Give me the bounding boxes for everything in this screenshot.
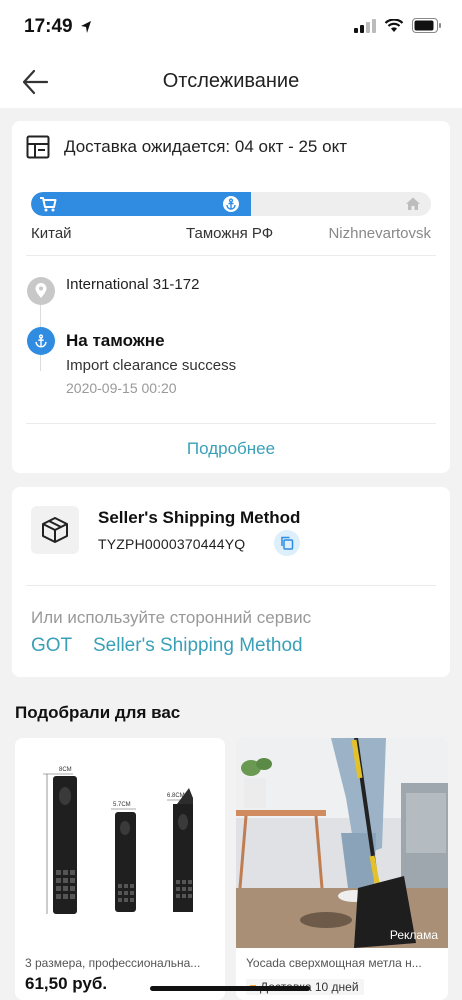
- calendar-box-icon: [26, 135, 50, 159]
- tracking-number: TYZPH0000370444YQ: [98, 536, 246, 552]
- shipping-progress-bar: [31, 192, 431, 216]
- stage-origin: Китай: [31, 225, 72, 242]
- anchor-icon: [35, 334, 47, 348]
- timeline-detail: Import clearance success: [66, 357, 237, 374]
- divider: [26, 255, 436, 256]
- progress-stages: Китай Таможня РФ Nizhnevartovsk: [31, 225, 431, 245]
- cart-icon: [40, 197, 57, 212]
- progress-fill: [31, 192, 251, 216]
- divider: [26, 585, 436, 586]
- product-image-broom: [236, 738, 448, 948]
- third-party-prompt: Или используйте сторонний сервис: [31, 608, 312, 627]
- third-party-link-got[interactable]: GOT: [31, 635, 72, 657]
- timeline-location: International 31-172: [66, 276, 200, 293]
- timeline-location-dot: [27, 277, 55, 305]
- home-icon: [406, 197, 420, 210]
- status-bar: 17:49: [0, 0, 462, 56]
- size-label-small: 5.7CM: [113, 802, 131, 808]
- package-icon-box: [31, 506, 79, 554]
- more-details-link[interactable]: Подробнее: [12, 439, 450, 459]
- page-title: Отслеживание: [162, 70, 300, 92]
- copy-icon: [281, 536, 294, 550]
- product-card-broom[interactable]: Реклама Yocada сверхмощная метла н... До…: [236, 738, 448, 1000]
- product-name: 3 размера, профессиональна...: [25, 956, 201, 970]
- nav-bar: Отслеживание: [0, 56, 462, 108]
- tracking-card: Доставка ожидается: 04 окт - 25 окт Кита…: [12, 121, 450, 473]
- timeline-timestamp: 2020-09-15 00:20: [66, 380, 177, 396]
- wifi-icon: [384, 18, 404, 32]
- location-pin-icon: [35, 283, 47, 298]
- product-name: Yocada сверхмощная метла н...: [246, 956, 422, 970]
- package-icon: [42, 517, 68, 543]
- recommendations-title: Подобрали для вас: [15, 703, 181, 722]
- cellular-signal-icon: [354, 18, 376, 33]
- stage-customs: Таможня РФ: [186, 225, 274, 242]
- shipping-method-card: Seller's Shipping Method TYZPH0000370444…: [12, 487, 450, 677]
- delivery-estimate: Доставка ожидается: 04 окт - 25 окт: [26, 135, 347, 159]
- third-party-link-seller-shipping[interactable]: Seller's Shipping Method: [93, 635, 303, 657]
- delivery-estimate-text: Доставка ожидается: 04 окт - 25 окт: [64, 137, 347, 156]
- product-price: 61,50 руб.: [25, 974, 108, 993]
- timeline-status-dot: [27, 327, 55, 355]
- copy-tracking-button[interactable]: [274, 530, 300, 556]
- location-arrow-icon: [81, 21, 91, 33]
- shipping-method-name: Seller's Shipping Method: [98, 508, 301, 527]
- divider: [26, 423, 436, 424]
- product-card-nail-clipper[interactable]: 8CM 5.7CM 6.8CM 3 размера, профессиональ…: [15, 738, 225, 1000]
- customs-anchor-icon: [223, 196, 239, 212]
- stage-destination: Nizhnevartovsk: [328, 225, 431, 242]
- size-label-large: 8CM: [59, 767, 72, 773]
- status-time: 17:49: [24, 16, 73, 37]
- timeline-status: На таможне: [66, 331, 165, 350]
- battery-icon: [412, 18, 441, 33]
- product-image-nail-clipper: 8CM 5.7CM 6.8CM: [15, 738, 225, 948]
- home-indicator[interactable]: [150, 986, 310, 991]
- ad-label: Реклама: [389, 928, 438, 942]
